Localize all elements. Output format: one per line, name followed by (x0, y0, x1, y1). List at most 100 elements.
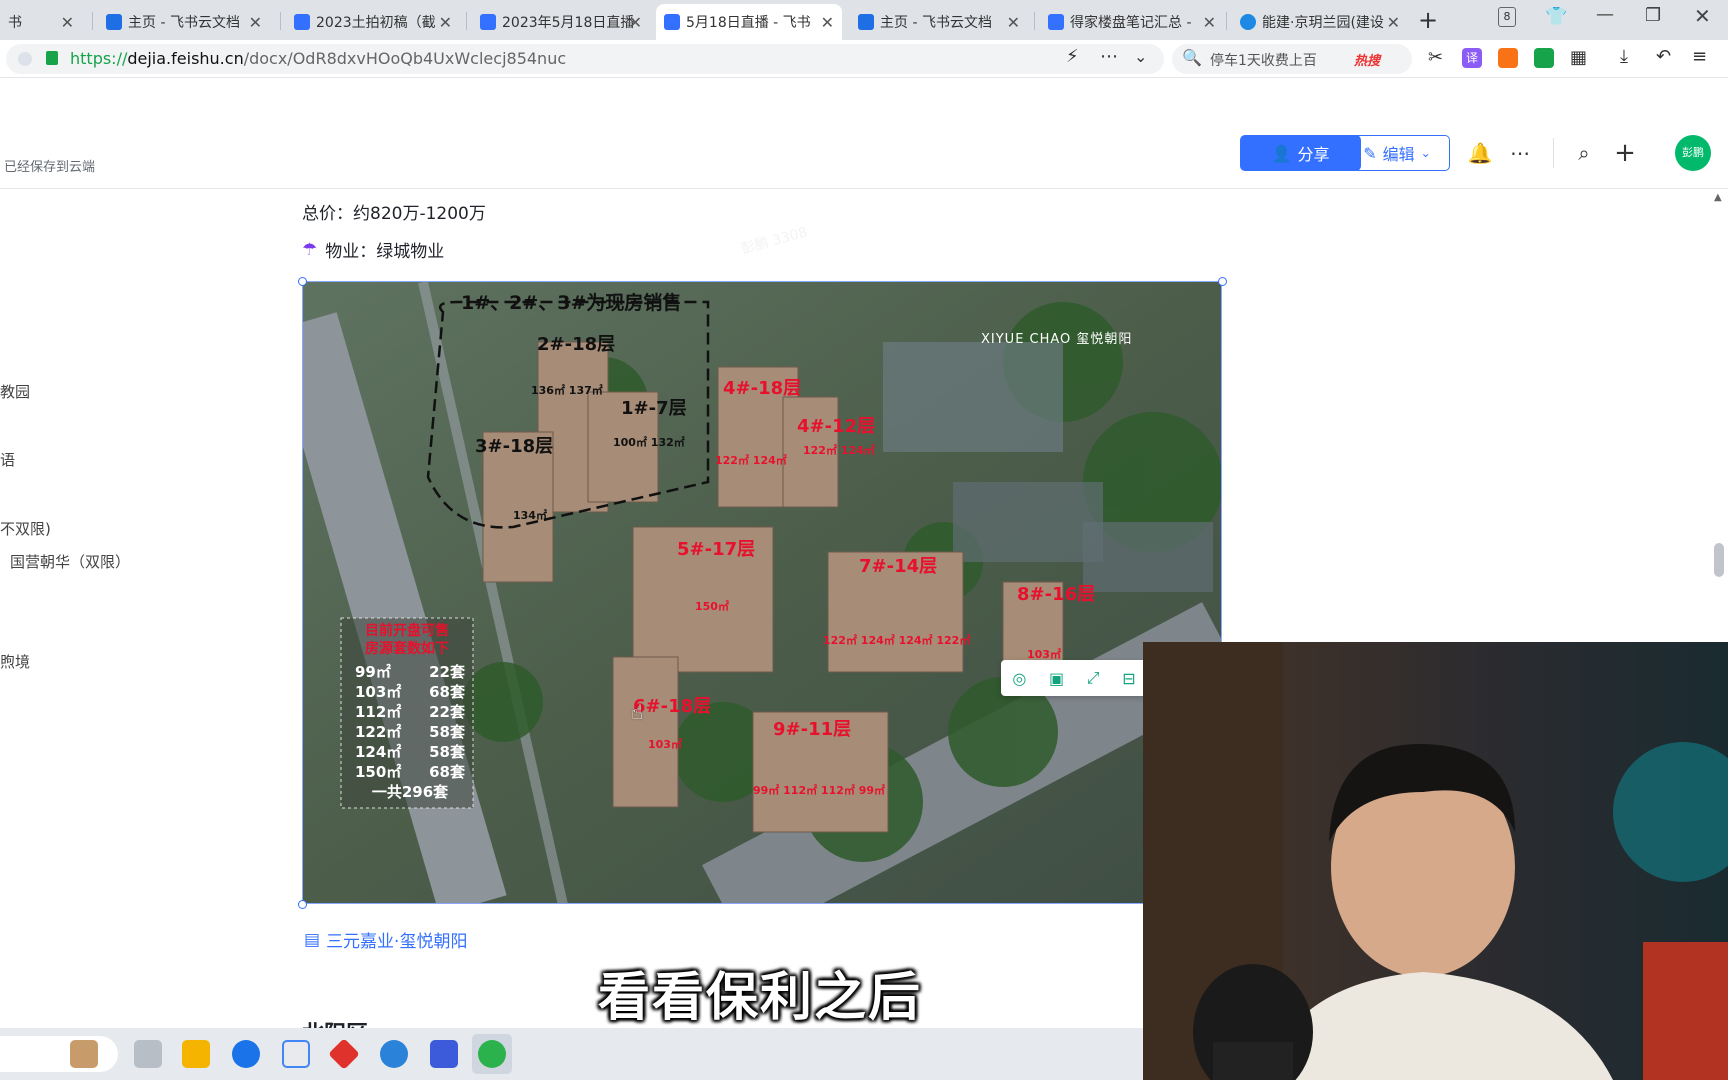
tab-title: 5月18日直播 - 飞书 (686, 15, 811, 31)
sale-area: 103㎡ (355, 683, 402, 701)
share-label: 分享 (1297, 145, 1330, 164)
sale-row: 99㎡ 22套 (355, 662, 465, 682)
store-icon[interactable] (282, 1040, 310, 1068)
doc-icon (664, 14, 680, 30)
lock-icon (46, 51, 58, 65)
more-icon[interactable]: ⋯ (1100, 46, 1118, 67)
task-view-icon[interactable] (134, 1040, 162, 1068)
save-image-icon[interactable]: ⊟ (1122, 669, 1135, 688)
avatar[interactable]: 彭鹏 (1675, 135, 1711, 171)
sidebar-item[interactable]: 教园 (0, 381, 30, 402)
tab-count-badge[interactable]: 8 (1498, 7, 1516, 27)
close-icon[interactable]: ✕ (439, 13, 452, 32)
browser-icon[interactable] (478, 1040, 506, 1068)
edit-label: 编辑 (1382, 145, 1415, 164)
url-path: /docx/OdR8dxvHOoQb4UxWclecj854nuc (243, 49, 567, 68)
image-caption-link[interactable]: 三元嘉业·玺悦朝阳 (326, 927, 467, 952)
menu-icon[interactable]: ≡ (1692, 46, 1707, 67)
close-icon[interactable]: ✕ (61, 13, 74, 32)
folder-icon[interactable] (182, 1040, 210, 1068)
image-toolbar: ◎ ▣ ⤢ ⊟ (1001, 660, 1147, 696)
tab-3[interactable]: 2023年5月18日直播 ✕ (472, 4, 650, 40)
url-input[interactable]: https://dejia.feishu.cn/docx/OdR8dxvHOoQ… (6, 44, 1164, 74)
edge-icon[interactable] (232, 1040, 260, 1068)
undo-icon[interactable]: ↶ (1656, 46, 1671, 67)
save-status: 已经保存到云端 (4, 160, 96, 175)
add-icon[interactable]: + (1610, 138, 1640, 168)
close-icon[interactable]: ✕ (1203, 13, 1216, 32)
close-icon[interactable]: ✕ (1007, 13, 1020, 32)
sale-row: 150㎡ 68套 (355, 762, 465, 782)
brand-logo: XIYUE CHAO 玺悦朝阳 (981, 332, 1133, 347)
close-window-icon[interactable]: ✕ (1694, 4, 1711, 28)
new-tab-button[interactable]: + (1418, 6, 1438, 34)
more-options-icon[interactable]: ⋯ (1505, 138, 1535, 168)
building-label: 2#-18层 (537, 334, 616, 355)
next-section-heading: 北阳区 (302, 1016, 368, 1028)
close-icon[interactable]: ✕ (821, 13, 834, 32)
sale-row: 112㎡ 22套 (355, 702, 465, 722)
sale-row: 124㎡ 58套 (355, 742, 465, 762)
tab-5[interactable]: 主页 - 飞书云文档 ✕ (850, 4, 1028, 40)
restore-icon[interactable]: ❐ (1645, 5, 1661, 26)
tab-separator (280, 12, 281, 30)
unit-size-label: 100㎡ 132㎡ (613, 436, 685, 449)
translate-icon[interactable]: 译 (1462, 48, 1482, 68)
unit-size-label: 122㎡ 124㎡ (803, 444, 875, 457)
add-user-icon: 👤 (1271, 143, 1292, 163)
share-button[interactable]: 👤 分享 (1240, 135, 1361, 171)
sidebar-item[interactable]: 国营朝华（双限） (10, 551, 130, 572)
search-icon: 🔍 (1182, 48, 1202, 67)
sidebar-item[interactable]: 语 (0, 449, 15, 470)
watermark: 彭鹏 3308 (739, 224, 810, 258)
app-icon[interactable] (430, 1040, 458, 1068)
taskbar-search[interactable] (0, 1036, 118, 1072)
sidebar-item[interactable]: 不双限) (0, 518, 51, 539)
apps-icon[interactable]: ▦ (1570, 47, 1587, 68)
bird-icon (1240, 14, 1256, 30)
lightning-icon[interactable]: ⚡ (1066, 46, 1079, 67)
close-icon[interactable]: ✕ (249, 13, 262, 32)
chat-icon[interactable] (1534, 48, 1554, 68)
tab-4-active[interactable]: 5月18日直播 - 飞书 ✕ (656, 4, 842, 40)
expand-icon[interactable]: ⤢ (1087, 668, 1100, 688)
tab-7[interactable]: 能建·京玥兰园(建设 ✕ (1232, 4, 1408, 40)
minimize-icon[interactable]: — (1596, 4, 1614, 25)
tab-1[interactable]: 主页 - 飞书云文档 ✕ (98, 4, 270, 40)
project-aerial-image[interactable]: 1#、2#、3#为现房销售 XIYUE CHAO 玺悦朝阳 2#-18层 136… (302, 281, 1222, 904)
scroll-up-icon[interactable]: ▲ (1714, 192, 1724, 206)
edit-button[interactable]: ✎ 编辑 ⌄ (1344, 135, 1450, 171)
search-input[interactable]: 🔍 停车1天收费上百 热搜 (1172, 44, 1412, 74)
help-icon[interactable] (380, 1040, 408, 1068)
shirt-icon[interactable]: 👕 (1545, 6, 1567, 27)
sale-area: 99㎡ (355, 663, 391, 681)
bell-icon[interactable]: 🔔 (1465, 138, 1495, 168)
scissors-icon[interactable]: ✂ (1428, 47, 1443, 68)
tab-2[interactable]: 2023土拍初稿（截 ✕ (286, 4, 460, 40)
sidebar-item[interactable]: 煦境 (0, 651, 30, 672)
search-icon[interactable]: ⌕ (1569, 138, 1599, 168)
taskbar (0, 1028, 1143, 1080)
building-label: 1#-7层 (621, 398, 687, 419)
sale-box-subtitle-line: 房源套数如下 (365, 641, 449, 657)
resize-handle[interactable] (298, 277, 307, 286)
building-label: 5#-17层 (677, 539, 756, 560)
comment-icon[interactable]: ◎ (1012, 669, 1026, 688)
webcam-overlay (1143, 642, 1728, 1080)
resize-handle[interactable] (298, 900, 307, 909)
chevron-down-icon[interactable]: ⌄ (1134, 47, 1147, 66)
tab-0[interactable]: 书 ✕ (0, 4, 82, 40)
hot-search-label[interactable]: 热搜 (1354, 50, 1380, 69)
close-icon[interactable]: ✕ (1387, 13, 1400, 32)
tab-6[interactable]: 得家楼盘笔记汇总 - ✕ (1040, 4, 1224, 40)
resize-handle[interactable] (1218, 277, 1227, 286)
game-icon[interactable] (1498, 48, 1518, 68)
close-icon[interactable]: ✕ (629, 13, 642, 32)
search-placeholder: 停车1天收费上百 (1210, 53, 1317, 69)
scrollbar-thumb[interactable] (1714, 543, 1724, 577)
copy-icon[interactable]: ▣ (1049, 669, 1064, 688)
download-icon[interactable]: ⤓ (1620, 46, 1628, 67)
sale-row: 103㎡ 68套 (355, 682, 465, 702)
doc-link-row[interactable]: ▤ 三元嘉业·玺悦朝阳 (304, 927, 467, 953)
tab-separator (1226, 12, 1227, 30)
